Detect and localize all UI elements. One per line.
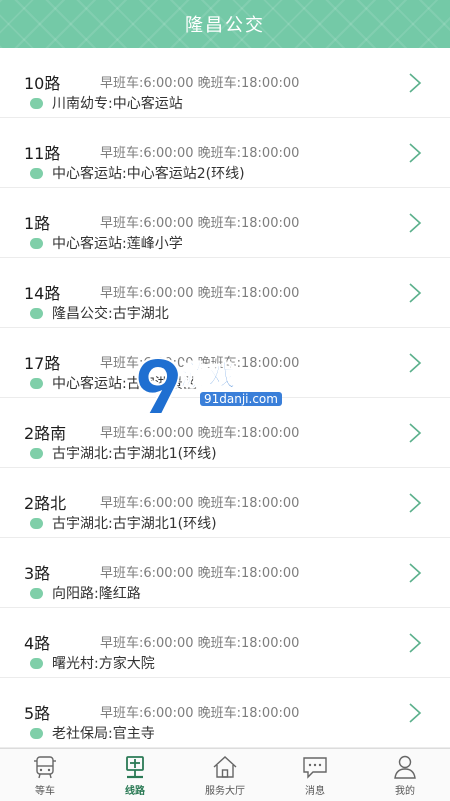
- route-stops: 古宇湖北:古宇湖北1(环线): [52, 516, 217, 532]
- chevron-right-icon: [409, 633, 422, 653]
- chevron-right-icon: [409, 73, 422, 93]
- status-dot-icon: [30, 727, 43, 739]
- tab-profile[interactable]: 我的: [360, 749, 450, 801]
- route-schedule: 早班车:6:00:00 晚班车:18:00:00: [100, 216, 300, 231]
- route-row[interactable]: 2路北 早班车:6:00:00 晚班车:18:00:00 古宇湖北:古宇湖北1(…: [0, 468, 450, 538]
- chevron-right-icon: [409, 143, 422, 163]
- chevron-right-icon: [409, 703, 422, 723]
- route-list[interactable]: 10路 早班车:6:00:00 晚班车:18:00:00 川南幼专:中心客运站 …: [0, 48, 450, 748]
- chevron-right-icon: [409, 353, 422, 373]
- route-schedule: 早班车:6:00:00 晚班车:18:00:00: [100, 426, 300, 441]
- bus-icon: [34, 756, 56, 779]
- route-name: 17路: [24, 354, 61, 373]
- tab-routes[interactable]: 线路: [90, 749, 180, 801]
- route-stops: 中心客运站:莲峰小学: [52, 236, 183, 252]
- status-dot-icon: [30, 97, 43, 109]
- route-row[interactable]: 10路 早班车:6:00:00 晚班车:18:00:00 川南幼专:中心客运站: [0, 48, 450, 118]
- route-schedule: 早班车:6:00:00 晚班车:18:00:00: [100, 286, 300, 301]
- route-stops-line: 川南幼专:中心客运站: [30, 94, 183, 112]
- tab-label: 我的: [395, 786, 415, 797]
- route-stops-line: 中心客运站:莲峰小学: [30, 234, 183, 252]
- route-sign-icon: [126, 756, 144, 779]
- status-dot-icon: [30, 237, 43, 249]
- tab-label: 线路: [125, 786, 145, 797]
- app-header: 隆昌公交: [0, 0, 450, 48]
- route-row[interactable]: 5路 早班车:6:00:00 晚班车:18:00:00 老社保局:官主寺: [0, 678, 450, 748]
- route-schedule: 早班车:6:00:00 晚班车:18:00:00: [100, 636, 300, 651]
- page-title: 隆昌公交: [185, 15, 265, 36]
- route-schedule: 早班车:6:00:00 晚班车:18:00:00: [100, 146, 300, 161]
- route-name: 14路: [24, 284, 61, 303]
- chevron-right-icon: [409, 563, 422, 583]
- route-stops-line: 中心客运站:古宇湖景区: [30, 374, 197, 392]
- route-row[interactable]: 17路 早班车:6:00:00 晚班车:18:00:00 中心客运站:古宇湖景区: [0, 328, 450, 398]
- route-stops-line: 古宇湖北:古宇湖北1(环线): [30, 514, 217, 532]
- route-stops-line: 隆昌公交:古宇湖北: [30, 304, 169, 322]
- route-schedule: 早班车:6:00:00 晚班车:18:00:00: [100, 706, 300, 721]
- message-icon: [303, 757, 327, 779]
- status-dot-icon: [30, 377, 43, 389]
- home-icon: [213, 756, 237, 778]
- status-dot-icon: [30, 587, 43, 599]
- route-schedule: 早班车:6:00:00 晚班车:18:00:00: [100, 356, 300, 371]
- route-name: 3路: [24, 564, 51, 583]
- route-stops: 川南幼专:中心客运站: [52, 96, 183, 112]
- route-schedule: 早班车:6:00:00 晚班车:18:00:00: [100, 496, 300, 511]
- tab-label: 消息: [305, 786, 325, 797]
- route-stops-line: 曙光村:方家大院: [30, 654, 155, 672]
- route-name: 10路: [24, 74, 61, 93]
- route-row[interactable]: 11路 早班车:6:00:00 晚班车:18:00:00 中心客运站:中心客运站…: [0, 118, 450, 188]
- route-name: 1路: [24, 214, 51, 233]
- route-row[interactable]: 1路 早班车:6:00:00 晚班车:18:00:00 中心客运站:莲峰小学: [0, 188, 450, 258]
- route-stops-line: 老社保局:官主寺: [30, 724, 155, 742]
- tab-label: 服务大厅: [205, 786, 245, 797]
- chevron-right-icon: [409, 493, 422, 513]
- status-dot-icon: [30, 657, 43, 669]
- route-stops: 中心客运站:中心客运站2(环线): [52, 166, 245, 182]
- status-dot-icon: [30, 447, 43, 459]
- route-name: 5路: [24, 704, 51, 723]
- route-name: 2路南: [24, 424, 67, 443]
- route-name: 2路北: [24, 494, 67, 513]
- tab-label: 等车: [35, 786, 55, 797]
- route-stops-line: 中心客运站:中心客运站2(环线): [30, 164, 245, 182]
- route-schedule: 早班车:6:00:00 晚班车:18:00:00: [100, 76, 300, 91]
- route-row[interactable]: 4路 早班车:6:00:00 晚班车:18:00:00 曙光村:方家大院: [0, 608, 450, 678]
- route-stops-line: 向阳路:隆红路: [30, 584, 141, 602]
- route-row[interactable]: 3路 早班车:6:00:00 晚班车:18:00:00 向阳路:隆红路: [0, 538, 450, 608]
- status-dot-icon: [30, 307, 43, 319]
- route-stops-line: 古宇湖北:古宇湖北1(环线): [30, 444, 217, 462]
- tab-messages[interactable]: 消息: [270, 749, 360, 801]
- tab-service-hall[interactable]: 服务大厅: [180, 749, 270, 801]
- route-stops: 向阳路:隆红路: [52, 586, 141, 602]
- route-name: 11路: [24, 144, 61, 163]
- route-stops: 老社保局:官主寺: [52, 726, 155, 742]
- route-row[interactable]: 2路南 早班车:6:00:00 晚班车:18:00:00 古宇湖北:古宇湖北1(…: [0, 398, 450, 468]
- chevron-right-icon: [409, 213, 422, 233]
- chevron-right-icon: [409, 423, 422, 443]
- bottom-tab-bar: 等车 线路 服务大厅 消息 我的: [0, 748, 450, 801]
- route-row[interactable]: 14路 早班车:6:00:00 晚班车:18:00:00 隆昌公交:古宇湖北: [0, 258, 450, 328]
- route-name: 4路: [24, 634, 51, 653]
- route-stops: 古宇湖北:古宇湖北1(环线): [52, 446, 217, 462]
- route-stops: 中心客运站:古宇湖景区: [52, 376, 197, 392]
- route-schedule: 早班车:6:00:00 晚班车:18:00:00: [100, 566, 300, 581]
- status-dot-icon: [30, 517, 43, 529]
- tab-wait-bus[interactable]: 等车: [0, 749, 90, 801]
- route-stops: 曙光村:方家大院: [52, 656, 155, 672]
- route-stops: 隆昌公交:古宇湖北: [52, 306, 169, 322]
- status-dot-icon: [30, 167, 43, 179]
- user-icon: [394, 755, 416, 779]
- chevron-right-icon: [409, 283, 422, 303]
